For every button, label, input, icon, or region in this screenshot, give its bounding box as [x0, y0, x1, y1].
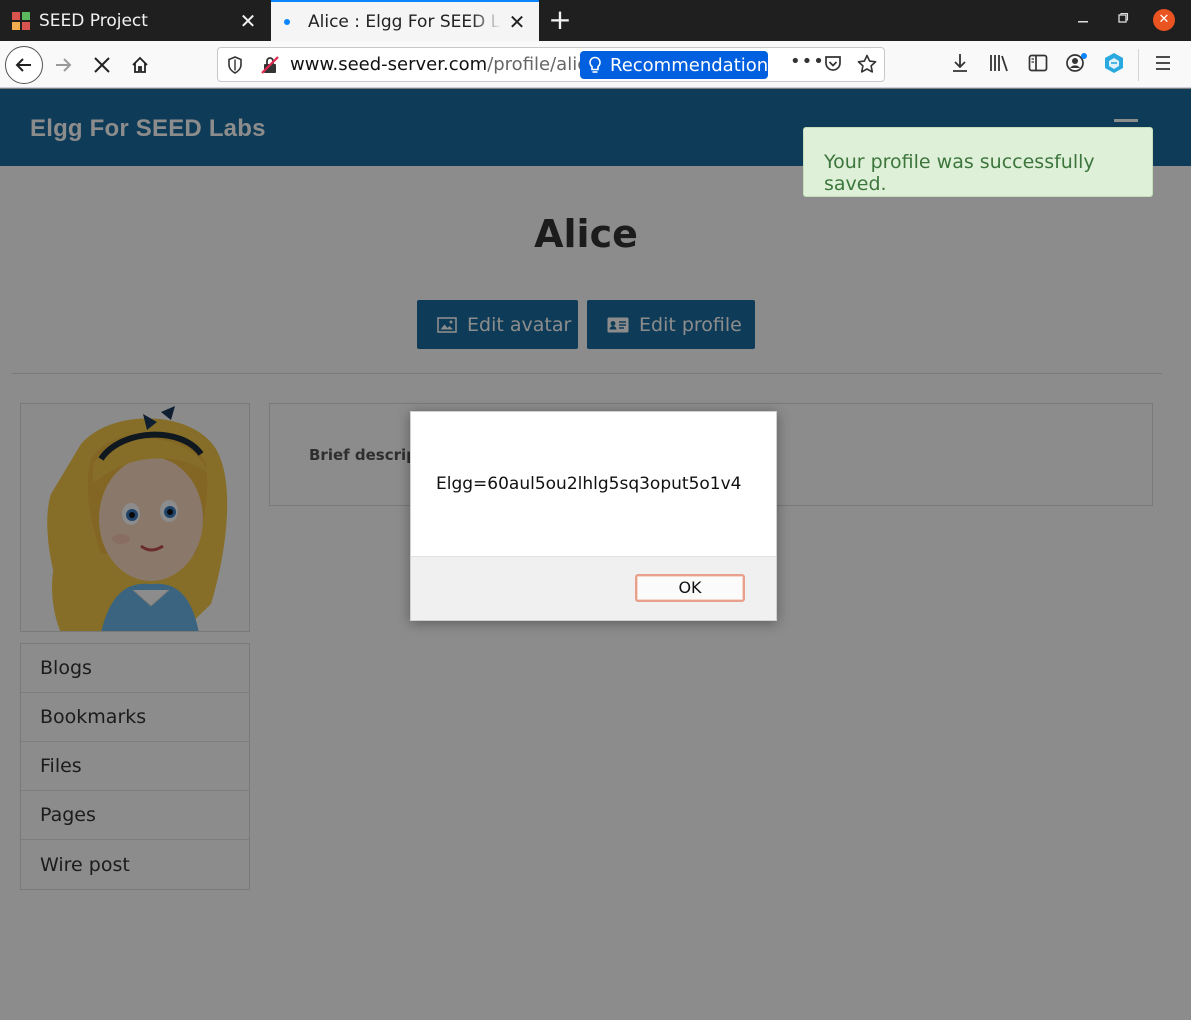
- tab-seed-project[interactable]: SEED Project ✕: [0, 0, 270, 41]
- forward-arrow-icon: [56, 58, 72, 72]
- home-icon: [132, 56, 148, 73]
- tab-title: Alice : Elgg For SEED Labs: [308, 11, 501, 32]
- alert-dialog: Elgg=60aul5ou2lhlg5sq3oput5o1v4 OK: [410, 411, 777, 621]
- alert-message: Elgg=60aul5ou2lhlg5sq3oput5o1v4: [436, 474, 742, 494]
- library-icon[interactable]: [988, 52, 1010, 74]
- address-bar[interactable]: www.seed-server.com/profile/alice Recomm…: [217, 47, 885, 82]
- downloads-icon[interactable]: [950, 52, 970, 74]
- url-host: www.seed-server.com: [290, 54, 488, 75]
- restore-icon[interactable]: [1112, 9, 1134, 31]
- seed-favicon-icon: [12, 11, 30, 30]
- hamburger-menu-icon[interactable]: [1153, 52, 1173, 74]
- url-text[interactable]: www.seed-server.com/profile/alice: [290, 54, 580, 75]
- sidebar-icon[interactable]: [1027, 52, 1049, 74]
- success-message[interactable]: Your profile was successfully saved.: [803, 127, 1153, 197]
- account-icon[interactable]: [1065, 52, 1089, 74]
- window-close-icon[interactable]: ✕: [1153, 9, 1175, 31]
- navigation-toolbar: www.seed-server.com/profile/alice Recomm…: [0, 41, 1191, 88]
- tab-close-icon[interactable]: ✕: [232, 9, 264, 33]
- tab-title: SEED Project: [39, 10, 148, 31]
- lightbulb-icon: [589, 56, 601, 73]
- tab-strip: SEED Project ✕ Alice : Elgg For SEED Lab…: [0, 0, 1191, 41]
- alert-footer: OK: [411, 556, 776, 620]
- home-button[interactable]: [124, 49, 156, 81]
- tab-close-icon[interactable]: ✕: [501, 10, 533, 34]
- minimize-icon[interactable]: [1072, 9, 1094, 31]
- back-button[interactable]: [5, 46, 43, 84]
- insecure-lock-icon[interactable]: [260, 55, 280, 75]
- pocket-icon[interactable]: [823, 54, 843, 74]
- stop-icon: [94, 57, 110, 73]
- tab-alice-profile[interactable]: Alice : Elgg For SEED Labs ✕: [271, 0, 539, 41]
- forward-button[interactable]: [47, 49, 79, 81]
- stop-loading-button[interactable]: [86, 49, 118, 81]
- url-path: /profile/alice: [487, 54, 580, 75]
- new-tab-button[interactable]: +: [545, 2, 575, 38]
- tracking-shield-icon[interactable]: [226, 55, 244, 75]
- back-arrow-icon: [15, 58, 31, 72]
- toolbar-separator: [1138, 49, 1139, 81]
- recommendation-label: Recommendation: [610, 54, 769, 76]
- ok-button[interactable]: OK: [635, 574, 745, 602]
- extension-icon[interactable]: [1103, 52, 1125, 74]
- recommendation-button[interactable]: Recommendation: [580, 51, 768, 79]
- loading-indicator-icon: [284, 18, 290, 25]
- page-actions-menu-icon[interactable]: •••: [790, 51, 825, 72]
- bookmark-star-icon[interactable]: [856, 53, 878, 75]
